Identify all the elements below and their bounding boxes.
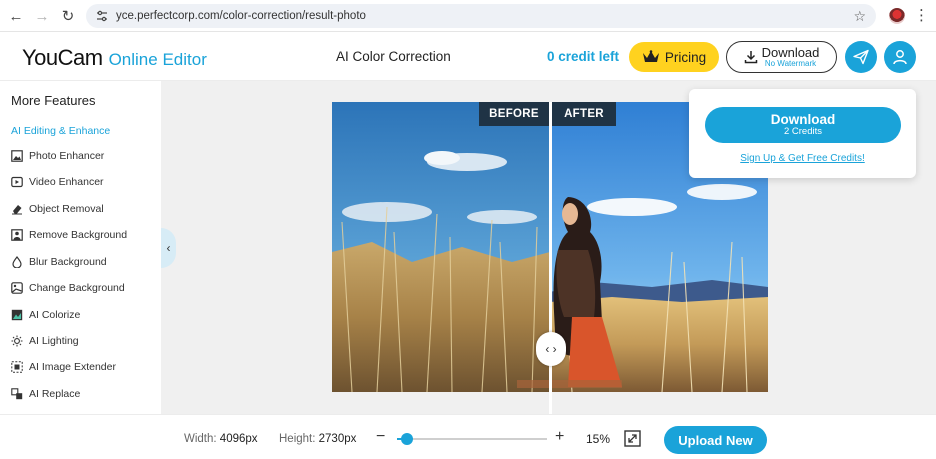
before-label: BEFORE <box>479 102 549 126</box>
colorize-icon <box>11 309 23 321</box>
chevron-left-icon: ‹ <box>166 241 171 255</box>
sidebar-item-object-removal[interactable]: Object Removal <box>11 200 104 218</box>
credits-counter: 0 credit left <box>547 49 620 64</box>
sidebar-section-ai-editing[interactable]: AI Editing & Enhance <box>11 125 110 137</box>
zoom-percent: 15% <box>586 432 611 446</box>
sidebar-item-label: Blur Background <box>29 256 107 268</box>
forward-icon[interactable]: → <box>29 3 55 29</box>
sidebar-item-blur-background[interactable]: Blur Background <box>11 253 107 271</box>
sidebar-title: More Features <box>11 93 96 108</box>
download-credits-button[interactable]: Download 2 Credits <box>705 107 901 143</box>
zoom-in-button[interactable]: + <box>555 428 564 446</box>
pricing-label: Pricing <box>664 49 707 65</box>
sidebar-item-label: AI Colorize <box>29 309 81 321</box>
width-label: Width: <box>184 433 217 445</box>
image-width: Width: 4096px <box>184 433 258 445</box>
height-label: Height: <box>279 433 316 445</box>
logo-sub: Online Editor <box>108 50 207 69</box>
url-text: yce.perfectcorp.com/color-correction/res… <box>116 10 366 22</box>
after-label: AFTER <box>552 102 616 126</box>
fit-screen-icon[interactable] <box>624 430 641 447</box>
sidebar-item-photo-enhancer[interactable]: Photo Enhancer <box>11 147 104 165</box>
image-extender-icon <box>11 361 23 373</box>
sidebar-item-remove-background[interactable]: Remove Background <box>11 226 127 244</box>
sidebar: More Features AI Editing & Enhance Photo… <box>0 81 161 414</box>
sidebar-item-label: Video Enhancer <box>29 176 104 188</box>
sidebar-item-video-enhancer[interactable]: Video Enhancer <box>11 173 104 191</box>
upload-new-button[interactable]: Upload New <box>664 426 767 454</box>
sidebar-item-ai-colorize[interactable]: AI Colorize <box>11 306 80 324</box>
blur-drop-icon <box>11 256 23 268</box>
sidebar-item-ai-replace[interactable]: AI Replace <box>11 385 80 403</box>
download-sub-label: No Watermark <box>764 59 817 68</box>
video-enhancer-icon <box>11 176 23 188</box>
site-settings-icon[interactable] <box>94 8 110 24</box>
share-button[interactable] <box>845 41 877 73</box>
eraser-icon <box>11 203 23 215</box>
reload-icon[interactable]: ↻ <box>55 3 81 29</box>
lighting-sun-icon <box>11 335 23 347</box>
menu-kebab-icon[interactable]: ⋮ <box>914 6 929 24</box>
browser-chrome: ← → ↻ yce.perfectcorp.com/color-correcti… <box>0 0 936 32</box>
comparison-slider-handle[interactable]: ‹ › <box>536 332 566 366</box>
sidebar-item-label: Object Removal <box>29 203 104 215</box>
bottom-toolbar: Width: 4096px Height: 2730px − + 15% Upl… <box>0 414 936 459</box>
back-icon[interactable]: ← <box>3 3 29 29</box>
zoom-out-button[interactable]: − <box>376 428 385 446</box>
sidebar-item-change-background[interactable]: Change Background <box>11 279 125 297</box>
user-icon <box>893 50 907 65</box>
sidebar-item-ai-lighting[interactable]: AI Lighting <box>11 332 79 350</box>
height-value: 2730px <box>318 433 357 445</box>
pricing-button[interactable]: Pricing <box>629 42 719 72</box>
replace-icon <box>11 388 23 400</box>
sidebar-item-label: Change Background <box>29 282 125 294</box>
paper-plane-icon <box>853 49 869 65</box>
image-height: Height: 2730px <box>279 433 356 445</box>
popup-download-label: Download <box>770 111 836 127</box>
zoom-slider-thumb[interactable] <box>401 433 413 445</box>
profile-icon[interactable] <box>889 8 905 24</box>
download-popup: Download 2 Credits Sign Up & Get Free Cr… <box>689 89 916 178</box>
account-button[interactable] <box>884 41 916 73</box>
sidebar-item-label: AI Replace <box>29 388 81 400</box>
app-header: YouCam Online Editor AI Color Correction… <box>0 33 936 81</box>
logo-main: YouCam <box>22 45 103 70</box>
chevron-left-right-icon: ‹ › <box>545 342 557 356</box>
download-no-watermark-button[interactable]: Download No Watermark <box>726 41 837 73</box>
signup-link[interactable]: Sign Up & Get Free Credits! <box>689 153 916 164</box>
width-value: 4096px <box>219 433 258 445</box>
sidebar-item-label: AI Lighting <box>29 335 79 347</box>
logo[interactable]: YouCam Online Editor <box>22 45 207 71</box>
change-background-icon <box>11 282 23 294</box>
download-icon <box>744 51 757 64</box>
sidebar-item-label: Remove Background <box>29 229 128 241</box>
comparison-divider[interactable] <box>549 102 552 415</box>
sidebar-item-ai-image-extender[interactable]: AI Image Extender <box>11 358 116 376</box>
crown-icon <box>642 50 659 62</box>
address-bar[interactable]: yce.perfectcorp.com/color-correction/res… <box>86 4 876 28</box>
download-label: Download <box>761 45 820 60</box>
download-text: Download No Watermark <box>762 46 820 68</box>
sidebar-item-label: Photo Enhancer <box>29 150 105 162</box>
page-title: AI Color Correction <box>336 49 451 64</box>
bookmark-star-icon[interactable]: ☆ <box>853 8 866 25</box>
sidebar-item-label: AI Image Extender <box>29 361 116 373</box>
photo-enhancer-icon <box>11 150 23 162</box>
popup-download-sub: 2 Credits <box>783 126 822 138</box>
zoom-slider[interactable] <box>397 433 547 445</box>
remove-background-icon <box>11 229 23 241</box>
